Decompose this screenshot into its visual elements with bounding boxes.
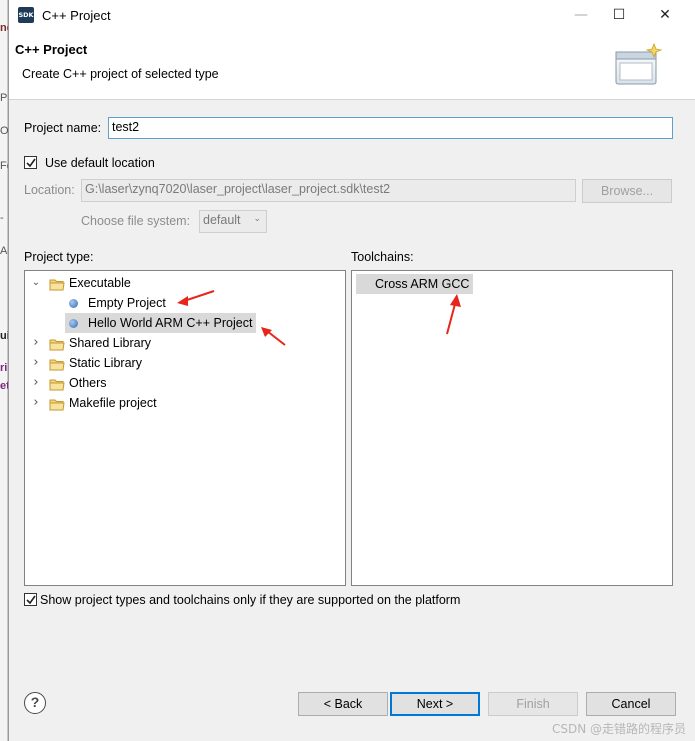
tree-item[interactable]: › Others (29, 373, 107, 393)
background-text-fragment: et (0, 380, 8, 392)
tree-item[interactable]: Empty Project (65, 293, 170, 313)
tree-item-label: Shared Library (69, 336, 151, 350)
chevron-right-icon[interactable]: › (31, 373, 41, 393)
tree-item[interactable]: › Static Library (29, 353, 142, 373)
browse-button[interactable]: Browse... (582, 179, 672, 203)
background-text-fragment: Ac (0, 245, 8, 257)
annotation-arrow-icon (177, 290, 215, 306)
tree-item[interactable]: › Shared Library (29, 333, 151, 353)
chevron-right-icon[interactable]: › (31, 393, 41, 413)
wizard-header: C++ Project Create C++ project of select… (9, 30, 695, 100)
close-button[interactable]: ✕ (642, 0, 688, 30)
title-bar[interactable]: SDK C++ Project — ☐ ✕ (9, 0, 695, 30)
sdk-app-icon: SDK (18, 7, 34, 23)
tree-item-label: Others (69, 376, 107, 390)
next-button-label: Next > (416, 697, 454, 711)
chevron-down-icon[interactable]: ⌄ (31, 273, 41, 293)
background-text-fragment: Fc (0, 160, 8, 172)
folder-icon (49, 337, 65, 351)
background-text-fragment: - (0, 212, 4, 224)
background-text-fragment: Pr (0, 92, 8, 104)
csdn-watermark: CSDN @走错路的程序员 (552, 722, 687, 736)
toolchains-list[interactable]: Cross ARM GCC (351, 270, 673, 586)
background-text-fragment: nc (0, 22, 8, 34)
project-name-input[interactable]: test2 (108, 117, 673, 139)
folder-icon (49, 377, 65, 391)
project-template-icon (69, 299, 78, 308)
filter-supported-checkbox[interactable] (24, 593, 37, 606)
new-project-wizard-icon (615, 42, 663, 85)
tree-item-label: Empty Project (88, 296, 166, 310)
file-system-label: Choose file system: (81, 214, 191, 228)
project-name-label: Project name: (24, 121, 102, 135)
maximize-button[interactable]: ☐ (596, 0, 642, 30)
chevron-down-icon: ⌄ (253, 214, 261, 224)
folder-icon (49, 277, 65, 291)
use-default-location-label: Use default location (45, 156, 155, 170)
file-system-select[interactable]: default ⌄ (199, 210, 267, 233)
cancel-button-label: Cancel (611, 697, 651, 711)
project-type-tree[interactable]: ⌄ Executable Empty Project Hello World ARM … (24, 270, 346, 586)
tree-item[interactable]: Hello World ARM C++ Project (65, 313, 257, 333)
finish-button-label: Finish (516, 697, 550, 711)
toolchain-item-label: Cross ARM GCC (375, 277, 470, 291)
file-system-value: default (203, 213, 241, 227)
tree-item-label: Makefile project (69, 396, 157, 410)
checkmark-icon (26, 158, 36, 168)
page-title: C++ Project (15, 42, 88, 57)
back-button[interactable]: < Back (298, 692, 388, 716)
location-label: Location: (24, 183, 75, 197)
tree-item[interactable]: › Makefile project (29, 393, 157, 413)
next-button[interactable]: Next > (390, 692, 480, 716)
tree-item-label: Static Library (69, 356, 142, 370)
cpp-project-dialog: SDK C++ Project — ☐ ✕ C++ Project Create… (8, 0, 695, 741)
project-type-label: Project type: (24, 250, 94, 264)
back-button-label: < Back (323, 697, 363, 711)
use-default-location-checkbox[interactable] (24, 156, 37, 169)
project-template-icon (69, 319, 78, 328)
toolchains-label: Toolchains: (351, 250, 414, 264)
help-icon[interactable]: ? (24, 692, 46, 714)
folder-icon (49, 397, 65, 411)
tree-item-label: Hello World ARM C++ Project (88, 316, 253, 330)
background-text-fragment: ui (0, 330, 8, 342)
toolchain-item[interactable]: Cross ARM GCC (356, 274, 474, 294)
background-text-fragment: O (0, 125, 8, 137)
chevron-right-icon[interactable]: › (31, 333, 41, 353)
folder-icon (49, 357, 65, 371)
annotation-arrow-icon (261, 327, 286, 346)
tree-item-label: Executable (69, 276, 131, 290)
chevron-right-icon[interactable]: › (31, 353, 41, 373)
finish-button[interactable]: Finish (488, 692, 578, 716)
window-title: C++ Project (42, 8, 111, 23)
page-description: Create C++ project of selected type (22, 67, 219, 81)
tree-item[interactable]: ⌄ Executable (29, 273, 131, 293)
filter-supported-label: Show project types and toolchains only i… (40, 593, 461, 607)
annotation-arrow-icon (446, 294, 461, 335)
location-input[interactable]: G:\laser\zynq7020\laser_project\laser_pr… (81, 179, 576, 202)
cancel-button[interactable]: Cancel (586, 692, 676, 716)
checkmark-icon (26, 595, 36, 605)
background-text-fragment: ri (0, 362, 8, 374)
